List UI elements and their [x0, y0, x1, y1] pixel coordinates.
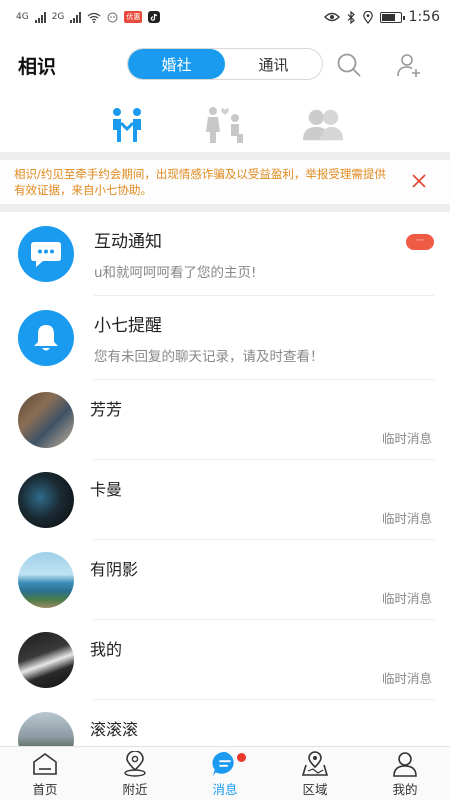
- chat-name: 芳芳: [90, 400, 123, 419]
- tab-nearby[interactable]: 附近: [90, 747, 180, 800]
- tab-region[interactable]: 区域: [270, 747, 360, 800]
- status-bar: 4G 2G 优惠 1:56: [0, 0, 450, 34]
- tab-label: 我的: [392, 781, 418, 797]
- tab-label: 区域: [302, 781, 328, 797]
- chat-row[interactable]: 芳芳 临时消息: [0, 380, 450, 460]
- chat-tag: 临时消息: [381, 591, 432, 606]
- divider: [0, 152, 450, 160]
- tiktok-icon: [148, 11, 161, 23]
- close-icon[interactable]: [410, 172, 428, 190]
- app-title: 相识: [18, 55, 57, 78]
- list-item-interaction[interactable]: 互动通知 u和就呵呵呵看了您的主页! ···: [0, 212, 450, 296]
- avatar: [18, 472, 74, 528]
- map-icon: [301, 750, 329, 778]
- tab-hunshe[interactable]: 婚社: [128, 49, 225, 79]
- tab-tongxun[interactable]: 通讯: [225, 49, 322, 79]
- avatar: [18, 632, 74, 688]
- chat-name: 滚滚滚: [90, 720, 139, 739]
- status-left: 4G 2G 优惠: [16, 11, 161, 23]
- location-pin-icon: [362, 10, 373, 24]
- message-icon: [211, 750, 239, 778]
- battery-icon: [379, 11, 405, 23]
- add-user-icon[interactable]: [396, 52, 422, 78]
- notice-banner: 相识/约见至牵手约会期间，出现情感诈骗及以受益盈利，举报受理需提供有效证据，来自…: [0, 160, 450, 204]
- chat-name: 我的: [90, 640, 123, 659]
- message-list: 互动通知 u和就呵呵呵看了您的主页! ··· 小七提醒 您有未回复的聊天记录，请…: [0, 212, 450, 748]
- tab-label: 消息: [212, 781, 238, 797]
- item-title: 小七提醒: [94, 316, 162, 336]
- proposal-icon[interactable]: [205, 105, 245, 145]
- wifi-icon: [87, 12, 101, 23]
- list-item-body: 互动通知 u和就呵呵呵看了您的主页!: [94, 227, 450, 281]
- avatar: [18, 712, 74, 748]
- header-actions: [336, 52, 422, 78]
- chat-name: 有阴影: [90, 560, 139, 579]
- couple-m-icon[interactable]: [107, 105, 147, 145]
- unread-badge: ···: [406, 234, 434, 250]
- profile-icon: [391, 750, 419, 778]
- network-2g: 2G: [51, 12, 65, 22]
- divider-2: [0, 204, 450, 212]
- chat-body: 有阴影 临时消息: [90, 552, 450, 608]
- battery-fill: [381, 13, 395, 21]
- tab-profile[interactable]: 我的: [360, 747, 450, 800]
- chat-body: 我的 临时消息: [90, 632, 450, 688]
- chat-tag: 临时消息: [381, 671, 432, 686]
- chat-bubble-icon: [18, 226, 74, 282]
- eye-icon: [323, 12, 340, 22]
- carrier-badge: 优惠: [124, 11, 143, 23]
- chat-name: 卡曼: [90, 480, 123, 499]
- chat-row[interactable]: 我的 临时消息: [0, 620, 450, 700]
- item-subtitle: u和就呵呵呵看了您的主页!: [94, 265, 257, 281]
- signal-icon-2: [70, 11, 82, 23]
- segment-control: 婚社 通讯: [127, 48, 323, 80]
- app-header: 相识 婚社 通讯: [0, 34, 450, 96]
- tab-messages[interactable]: 消息: [180, 747, 270, 800]
- category-row: [0, 96, 450, 152]
- chat-row[interactable]: 有阴影 临时消息: [0, 540, 450, 620]
- tab-label: 附近: [122, 781, 148, 797]
- bottom-tab-bar: 首页 附近 消息 区域 我的: [0, 746, 450, 800]
- unread-dot: [237, 753, 246, 762]
- chat-tag: 临时消息: [381, 431, 432, 446]
- item-subtitle: 您有未回复的聊天记录，请及时查看！: [94, 349, 324, 365]
- search-icon[interactable]: [336, 52, 362, 78]
- home-icon: [31, 750, 59, 778]
- location-icon: [121, 750, 149, 778]
- chat-row[interactable]: 卡曼 临时消息: [0, 460, 450, 540]
- qq-icon: [107, 12, 118, 22]
- list-item-reminder[interactable]: 小七提醒 您有未回复的聊天记录，请及时查看！: [0, 296, 450, 380]
- chat-body: 卡曼 临时消息: [90, 472, 450, 528]
- status-right: 1:56: [323, 9, 440, 25]
- notice-text: 相识/约见至牵手约会期间，出现情感诈骗及以受益盈利，举报受理需提供有效证据，来自…: [14, 167, 386, 197]
- chat-row[interactable]: 滚滚滚: [0, 700, 450, 748]
- item-title: 互动通知: [94, 232, 162, 252]
- bluetooth-icon: [347, 10, 355, 24]
- list-item-body: 小七提醒 您有未回复的聊天记录，请及时查看！: [94, 311, 450, 365]
- chat-body: 滚滚滚: [90, 712, 450, 748]
- tab-home[interactable]: 首页: [0, 747, 90, 800]
- network-4g: 4G: [16, 12, 29, 22]
- chat-tag: 临时消息: [381, 511, 432, 526]
- chat-body: 芳芳 临时消息: [90, 392, 450, 448]
- tab-label: 首页: [32, 781, 58, 797]
- avatar: [18, 392, 74, 448]
- bell-icon: [18, 310, 74, 366]
- friends-icon[interactable]: [303, 105, 343, 145]
- status-time: 1:56: [408, 9, 440, 25]
- avatar: [18, 552, 74, 608]
- signal-icon: [34, 11, 46, 23]
